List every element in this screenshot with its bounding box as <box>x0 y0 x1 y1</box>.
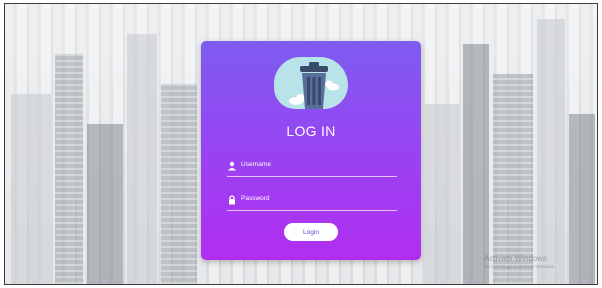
activate-windows-watermark: Activate Windows Go to Settings to activ… <box>484 254 555 269</box>
trash-bin-icon <box>289 62 339 109</box>
watermark-subtitle: Go to Settings to activate Windows. <box>484 264 556 269</box>
password-field[interactable]: Password <box>227 193 397 211</box>
username-field[interactable]: Username <box>227 159 397 177</box>
login-card: LOG IN Username Password Login <box>201 41 421 260</box>
user-icon <box>228 161 236 171</box>
login-button[interactable]: Login <box>284 223 338 241</box>
screenshot-frame: LOG IN Username Password Login Activate … <box>4 3 598 285</box>
username-underline <box>227 176 397 177</box>
username-placeholder: Username <box>241 161 271 168</box>
watermark-title: Activate Windows <box>484 254 548 263</box>
password-underline <box>227 210 397 211</box>
lock-icon <box>229 195 235 205</box>
password-placeholder: Password <box>241 195 270 202</box>
login-title: LOG IN <box>286 123 336 139</box>
